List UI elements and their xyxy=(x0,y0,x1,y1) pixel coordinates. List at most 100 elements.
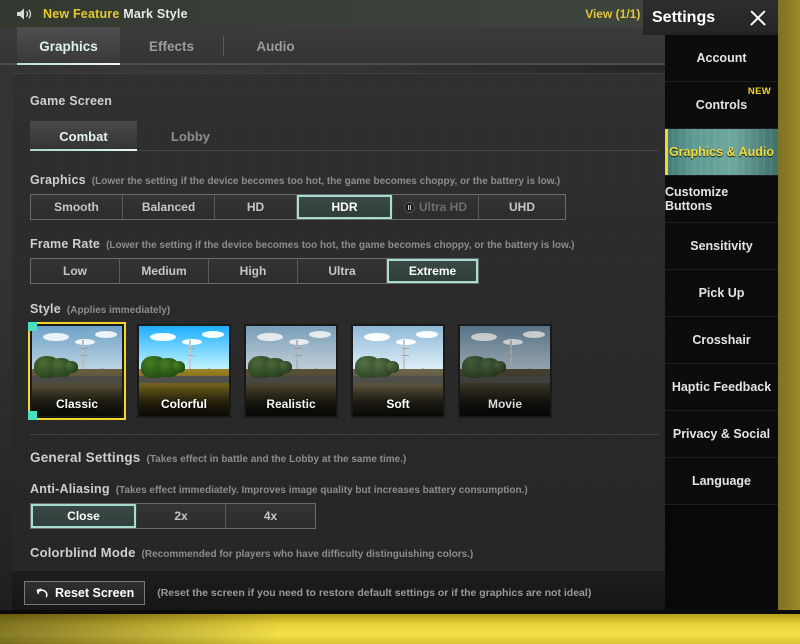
settings-title: Settings xyxy=(652,9,715,27)
frame-rate-option-ultra[interactable]: Ultra xyxy=(298,259,387,283)
sidebar-item-account[interactable]: Account xyxy=(665,35,778,82)
style-row-header: Style (Applies immediately) xyxy=(30,302,665,316)
style-label-classic: Classic xyxy=(32,386,122,416)
sidebar-item-graphics-audio[interactable]: Graphics & Audio xyxy=(665,129,778,176)
sidebar-item-privacy-social-label: Privacy & Social xyxy=(673,427,770,441)
anti-aliasing-hint: (Takes effect immediately. Improves imag… xyxy=(116,485,528,496)
style-card-classic[interactable]: Classic xyxy=(30,324,124,418)
mode-tab-combat-label: Combat xyxy=(59,129,107,144)
mode-tab-lobby-label: Lobby xyxy=(171,129,210,144)
tab-bar-baseline xyxy=(0,63,665,65)
anti-aliasing-title: Anti-Aliasing xyxy=(30,482,110,496)
mode-tab-lobby[interactable]: Lobby xyxy=(137,121,244,151)
tab-audio-label: Audio xyxy=(256,39,294,54)
anti-aliasing-option-close[interactable]: Close xyxy=(31,504,137,528)
anti-aliasing-option-close-label: Close xyxy=(67,509,100,523)
section-divider xyxy=(30,434,659,435)
graphics-option-hd[interactable]: HD xyxy=(215,195,297,219)
sidebar-item-pick-up[interactable]: Pick Up xyxy=(665,270,778,317)
settings-panel-header: Settings xyxy=(643,0,778,35)
banner-highlight: New Feature xyxy=(43,7,120,21)
sidebar-item-crosshair-label: Crosshair xyxy=(692,333,750,347)
colorblind-title: Colorblind Mode xyxy=(30,545,136,560)
graphics-option-uhd[interactable]: UHD xyxy=(479,195,565,219)
frame-rate-option-group: Low Medium High Ultra Extreme xyxy=(30,258,479,284)
style-label-colorful: Colorful xyxy=(139,386,229,416)
general-settings-row-header: General Settings (Takes effect in battle… xyxy=(30,450,665,465)
anti-aliasing-option-4x[interactable]: 4x xyxy=(226,504,315,528)
close-icon[interactable] xyxy=(748,8,768,28)
sidebar-item-privacy-social[interactable]: Privacy & Social xyxy=(665,411,778,458)
sidebar-item-customize-buttons[interactable]: Customize Buttons xyxy=(665,176,778,223)
sidebar-item-language-label: Language xyxy=(692,474,751,488)
colorblind-hint: (Recommended for players who have diffic… xyxy=(142,549,474,560)
frame-rate-option-low-label: Low xyxy=(63,264,87,278)
style-thumbnail-list: Classic xyxy=(30,324,665,418)
style-label-movie: Movie xyxy=(460,386,550,416)
style-thumb-colorful: Colorful xyxy=(139,326,229,416)
new-badge: NEW xyxy=(748,86,771,97)
graphics-option-ultra-hd-label: Ultra HD xyxy=(419,200,467,214)
sidebar-item-haptic-feedback[interactable]: Haptic Feedback xyxy=(665,364,778,411)
app-root: New Feature Mark Style View (1/1) › Grap… xyxy=(0,0,800,644)
graphics-option-balanced-label: Balanced xyxy=(142,200,195,214)
undo-arrow-icon xyxy=(35,587,49,599)
style-thumb-soft: Soft xyxy=(353,326,443,416)
sidebar-item-sensitivity-label: Sensitivity xyxy=(690,239,753,253)
graphics-option-smooth-label: Smooth xyxy=(54,200,99,214)
sidebar-item-account-label: Account xyxy=(697,51,747,65)
reset-screen-hint: (Reset the screen if you need to restore… xyxy=(157,587,591,599)
frame-rate-option-low[interactable]: Low xyxy=(31,259,120,283)
style-card-soft[interactable]: Soft xyxy=(351,324,445,418)
sidebar-item-sensitivity[interactable]: Sensitivity xyxy=(665,223,778,270)
reset-screen-button[interactable]: Reset Screen xyxy=(24,581,145,605)
sidebar-item-pick-up-label: Pick Up xyxy=(699,286,745,300)
style-label-realistic: Realistic xyxy=(246,386,336,416)
anti-aliasing-option-4x-label: 4x xyxy=(264,509,277,523)
graphics-option-ultra-hd[interactable]: Ultra HD xyxy=(393,195,479,219)
style-label-soft: Soft xyxy=(353,386,443,416)
reset-screen-label: Reset Screen xyxy=(55,586,134,600)
sidebar-item-crosshair[interactable]: Crosshair xyxy=(665,317,778,364)
view-label: View (1/1) xyxy=(585,7,640,21)
style-card-colorful[interactable]: Colorful xyxy=(137,324,231,418)
general-settings-title: General Settings xyxy=(30,450,140,465)
frame-rate-option-high[interactable]: High xyxy=(209,259,298,283)
general-settings-hint: (Takes effect in battle and the Lobby at… xyxy=(146,454,406,465)
tab-effects[interactable]: Effects xyxy=(120,27,223,65)
new-feature-banner: New Feature Mark Style View (1/1) › xyxy=(0,0,665,27)
banner-rest: Mark Style xyxy=(120,7,188,21)
graphics-option-balanced[interactable]: Balanced xyxy=(123,195,215,219)
tab-graphics[interactable]: Graphics xyxy=(17,27,120,65)
graphics-option-smooth[interactable]: Smooth xyxy=(31,195,123,219)
frame-rate-option-high-label: High xyxy=(240,264,267,278)
tab-effects-label: Effects xyxy=(149,39,194,54)
graphics-settings-panel: Game Screen Combat Lobby Graphics (Lower… xyxy=(12,73,665,570)
style-thumb-movie: Movie xyxy=(460,326,550,416)
sidebar-item-language[interactable]: Language xyxy=(665,458,778,505)
graphics-option-hdr[interactable]: HDR xyxy=(297,195,393,219)
mode-tab-combat[interactable]: Combat xyxy=(30,121,137,151)
graphics-title: Graphics xyxy=(30,173,86,187)
sidebar-item-controls-label: Controls xyxy=(696,98,747,112)
sidebar-item-haptic-feedback-label: Haptic Feedback xyxy=(672,380,771,394)
colorblind-row-header: Colorblind Mode (Recommended for players… xyxy=(30,545,665,560)
anti-aliasing-option-group: Close 2x 4x xyxy=(30,503,316,529)
game-screen-mode-tabs: Combat Lobby xyxy=(30,121,665,151)
frame-rate-option-extreme-label: Extreme xyxy=(409,264,456,278)
banner-title: New Feature Mark Style xyxy=(43,7,188,21)
tab-audio[interactable]: Audio xyxy=(224,27,327,65)
frame-rate-option-medium[interactable]: Medium xyxy=(120,259,209,283)
reset-bar: Reset Screen (Reset the screen if you ne… xyxy=(12,570,665,614)
anti-aliasing-option-2x[interactable]: 2x xyxy=(137,504,226,528)
anti-aliasing-option-2x-label: 2x xyxy=(174,509,187,523)
frame-rate-option-extreme[interactable]: Extreme xyxy=(387,259,478,283)
frame-bottom-border xyxy=(0,614,800,644)
style-card-realistic[interactable]: Realistic xyxy=(244,324,338,418)
locked-icon xyxy=(404,202,415,213)
frame-right-border xyxy=(778,0,800,644)
sidebar-item-controls[interactable]: NEW Controls xyxy=(665,82,778,129)
tab-graphics-label: Graphics xyxy=(39,39,98,54)
settings-sidebar: Account NEW Controls Graphics & Audio Cu… xyxy=(665,0,778,644)
style-card-movie[interactable]: Movie xyxy=(458,324,552,418)
